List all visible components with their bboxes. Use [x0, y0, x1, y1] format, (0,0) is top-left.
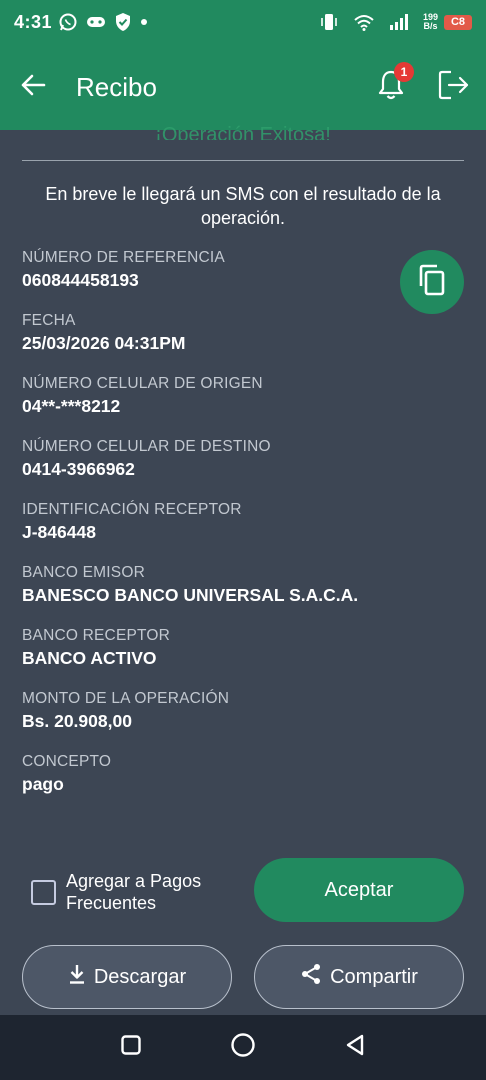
field-amount: MONTO DE LA OPERACIÓN Bs. 20.908,00 — [22, 689, 402, 732]
accept-button[interactable]: Aceptar — [254, 858, 464, 922]
whatsapp-icon — [58, 12, 78, 32]
field-receiver-bank: BANCO RECEPTOR BANCO ACTIVO — [22, 626, 402, 669]
home-icon[interactable] — [230, 1032, 256, 1063]
network-speed: 199 B/s — [423, 13, 438, 31]
signal-icon — [389, 14, 409, 30]
frequent-payment-option[interactable]: Agregar a Pagos Frecuentes — [31, 870, 236, 914]
field-date: FECHA 25/03/2026 04:31PM — [22, 311, 402, 354]
success-title: ¡Operación Exitosa! — [155, 124, 331, 140]
field-origin-phone: NÚMERO CELULAR DE ORIGEN 04**-***8212 — [22, 374, 402, 417]
field-value: pago — [22, 774, 64, 794]
share-icon — [300, 963, 322, 991]
vibrate-icon — [319, 13, 339, 31]
field-value: 0414-3966962 — [22, 459, 135, 479]
battery-level: C8 — [450, 16, 466, 28]
field-label: NÚMERO CELULAR DE ORIGEN — [22, 375, 263, 392]
field-label: NÚMERO CELULAR DE DESTINO — [22, 438, 271, 455]
field-value: 060844458193 — [22, 270, 139, 290]
field-label: BANCO RECEPTOR — [22, 627, 171, 644]
field-value: 04**-***8212 — [22, 396, 121, 416]
frequent-payment-label: Agregar a Pagos Frecuentes — [66, 871, 202, 913]
notification-badge: 1 — [394, 62, 414, 82]
field-label: NÚMERO DE REFERENCIA — [22, 249, 225, 266]
field-label: IDENTIFICACIÓN RECEPTOR — [22, 501, 242, 518]
logout-icon[interactable] — [438, 70, 470, 105]
sms-message: En breve le llegará un SMS con el result… — [45, 184, 441, 228]
dot-icon — [140, 18, 148, 26]
field-label: MONTO DE LA OPERACIÓN — [22, 690, 230, 707]
shield-check-icon — [114, 12, 132, 32]
receipt-content: ¡Operación Exitosa! En breve le llegará … — [0, 124, 486, 1015]
field-issuer-bank: BANCO EMISOR BANESCO BANCO UNIVERSAL S.A… — [22, 563, 462, 606]
field-label: BANCO EMISOR — [22, 564, 145, 581]
divider — [22, 160, 464, 161]
status-bar: 4:31 199 B/s C8 — [0, 0, 486, 44]
share-label: Compartir — [330, 965, 418, 988]
frequent-payment-checkbox[interactable] — [31, 879, 56, 905]
field-value: Bs. 20.908,00 — [22, 711, 132, 731]
gamepad-icon — [86, 15, 106, 29]
field-receiver-id: IDENTIFICACIÓN RECEPTOR J-846448 — [22, 500, 402, 543]
recents-icon[interactable] — [120, 1034, 142, 1061]
download-icon — [68, 964, 86, 990]
field-label: CONCEPTO — [22, 753, 112, 770]
download-label: Descargar — [93, 965, 187, 988]
system-nav-bar — [0, 1015, 486, 1080]
field-reference: NÚMERO DE REFERENCIA 060844458193 — [22, 248, 402, 291]
field-value: 25/03/2026 04:31PM — [22, 333, 186, 353]
notifications-button[interactable]: 1 — [374, 62, 414, 104]
field-label: FECHA — [22, 312, 76, 329]
field-concept: CONCEPTO pago — [22, 752, 402, 795]
wifi-icon — [353, 13, 375, 31]
download-button[interactable]: Descargar — [22, 945, 232, 1009]
back-arrow-icon[interactable] — [20, 73, 46, 102]
back-nav-icon[interactable] — [344, 1033, 366, 1062]
field-value: J-846448 — [22, 522, 96, 542]
field-value: BANCO ACTIVO — [22, 648, 157, 668]
field-destination-phone: NÚMERO CELULAR DE DESTINO 0414-3966962 — [22, 437, 402, 480]
share-button[interactable]: Compartir — [254, 945, 464, 1009]
battery-icon: C8 — [444, 14, 472, 30]
net-speed-unit: B/s — [423, 21, 438, 31]
copy-icon — [417, 264, 447, 301]
field-value: BANESCO BANCO UNIVERSAL S.A.C.A. — [22, 585, 359, 605]
status-time: 4:31 — [14, 11, 53, 32]
page-title: Recibo — [76, 71, 157, 102]
copy-button[interactable] — [400, 250, 464, 314]
